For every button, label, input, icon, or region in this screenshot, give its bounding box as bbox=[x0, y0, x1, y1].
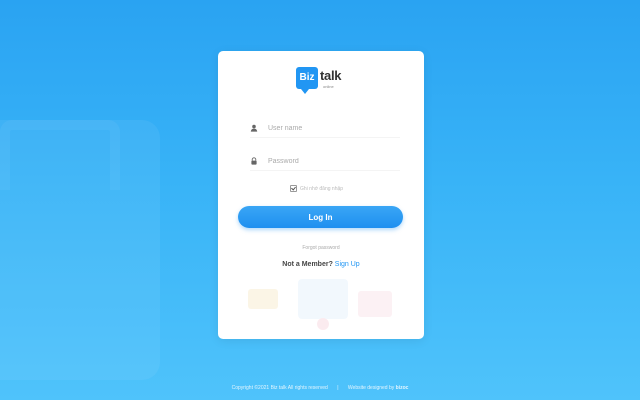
checkbox-icon[interactable] bbox=[290, 185, 297, 192]
username-input[interactable] bbox=[268, 121, 398, 135]
remember-me[interactable]: Ghi nhớ đăng nhập bbox=[290, 185, 343, 192]
password-input[interactable] bbox=[268, 154, 398, 168]
lock-icon bbox=[250, 157, 258, 165]
decorative-illustration bbox=[248, 279, 392, 330]
logo-badge: Biz bbox=[296, 67, 318, 94]
footer-designed-by: Website designed by bbox=[347, 385, 395, 391]
remember-label: Ghi nhớ đăng nhập bbox=[300, 185, 344, 192]
password-field bbox=[250, 154, 400, 171]
login-card: Biz talk online Ghi nhớ đăn bbox=[218, 51, 424, 339]
signup-prompt: Not a Member? bbox=[282, 261, 333, 268]
signup-row: Not a Member? Sign Up bbox=[218, 261, 424, 268]
biztalk-logo: Biz talk online bbox=[296, 67, 350, 95]
footer-separator: | bbox=[337, 385, 339, 391]
logo-subtitle: online bbox=[323, 84, 334, 89]
footer: Copyright ©2021 Biz talk All rights rese… bbox=[0, 385, 640, 391]
user-icon bbox=[250, 124, 258, 132]
username-field bbox=[250, 121, 400, 138]
signup-link[interactable]: Sign Up bbox=[335, 261, 360, 268]
login-button[interactable]: Log In bbox=[238, 206, 403, 228]
logo-word: talk bbox=[320, 68, 342, 83]
footer-copyright: Copyright ©2021 Biz talk All rights rese… bbox=[231, 385, 328, 391]
background-bag-handle bbox=[0, 120, 120, 190]
login-page: Biz talk online Ghi nhớ đăn bbox=[0, 0, 640, 400]
footer-designer-link[interactable]: bizoc bbox=[396, 385, 409, 391]
forgot-password-link[interactable]: Forgot password bbox=[218, 245, 424, 251]
